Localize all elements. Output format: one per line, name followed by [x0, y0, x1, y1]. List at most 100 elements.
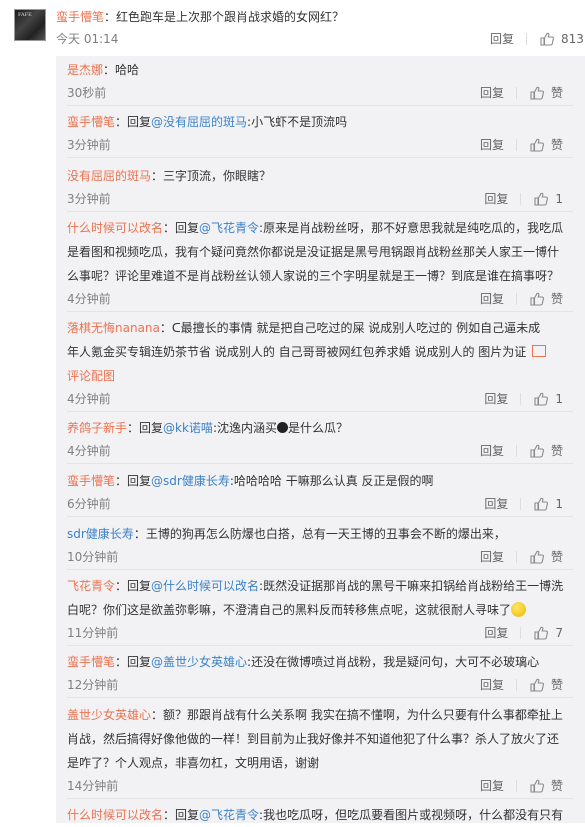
- reply-username[interactable]: 蛮手懵笔: [67, 115, 115, 129]
- divider: [67, 463, 573, 464]
- reply-button[interactable]: 回复: [480, 136, 504, 153]
- reply-body: 白呢？你们这是欲盖弥彰嘛，不澄清自己的黑料反而转移焦点呢，这就很耐人寻味了: [67, 603, 512, 617]
- reply-line: 么事呢？评论里难道不是肖战粉丝认领人家说的三个字明星就是王一博？到底是谁在搞事呀…: [67, 269, 560, 283]
- reply-username[interactable]: 盖世少女英雄心: [67, 708, 151, 722]
- reply-username[interactable]: 没有屈屈的斑马: [67, 169, 151, 183]
- action-divider: [526, 32, 528, 45]
- reply-actions: 回复 赞: [480, 548, 563, 565]
- reply-actions: 回复 赞: [480, 136, 563, 153]
- reply-prefix: ：回复: [115, 474, 152, 488]
- reply-body: 年人氪金买专辑连奶茶节省 说成别人的 自己哥哥被网红包养求婚 说成别人的 图片为…: [67, 345, 527, 359]
- action-divider: [520, 392, 522, 405]
- like-button[interactable]: 赞: [529, 290, 563, 307]
- thumbs-up-icon: [534, 626, 549, 640]
- thumbs-up-icon: [530, 550, 544, 564]
- comment-image-link[interactable]: 评论配图: [67, 369, 115, 383]
- divider: [67, 697, 573, 698]
- reply-line: 年人氪金买专辑连奶茶节省 说成别人的 自己哥哥被网红包养求婚 说成别人的 图片为…: [67, 340, 572, 364]
- top-comment: FAFE 蛮手懵笔：红色跑车是上次那个跟肖战求婚的女网红？ 今天 01:14 回…: [0, 0, 585, 50]
- mention-link[interactable]: @盖世少女英雄心: [151, 655, 247, 669]
- mention-link[interactable]: @sdr健康长寿: [151, 474, 230, 488]
- reply-username[interactable]: 什么时候可以改名: [67, 808, 163, 822]
- reply-time: 14分钟前: [67, 779, 119, 793]
- reply-button[interactable]: 回复: [490, 30, 514, 47]
- reply-body: :还没在微博喷过肖战粉，我是疑问句，大可不必玻璃心: [247, 655, 540, 669]
- like-label: 赞: [550, 86, 563, 100]
- action-divider: [515, 86, 517, 99]
- comment-username[interactable]: 蛮手懵笔: [56, 10, 104, 24]
- thumbs-up-icon: [540, 32, 555, 46]
- reply-text: 什么时候可以改名：回复@飞花青令:原来是肖战粉丝呀，那不好意思我就是纯吃瓜的，我…: [67, 216, 572, 288]
- mention-link[interactable]: @飞花青令: [199, 808, 259, 822]
- like-button[interactable]: 1: [533, 191, 563, 207]
- divider: [67, 798, 573, 799]
- action-divider: [515, 138, 517, 151]
- reply-username[interactable]: sdr健康长寿: [67, 527, 134, 541]
- reply-button[interactable]: 回复: [484, 390, 508, 407]
- like-button[interactable]: 赞: [529, 777, 563, 794]
- reply-username[interactable]: 什么时候可以改名: [67, 221, 163, 235]
- mention-link[interactable]: @飞花青令: [199, 221, 259, 235]
- comment-thread: FAFE 蛮手懵笔：红色跑车是上次那个跟肖战求婚的女网红？ 今天 01:14 回…: [0, 0, 585, 823]
- avatar[interactable]: FAFE: [14, 9, 46, 41]
- reply-line: 飞花青令：回复@什么时候可以改名:既然没证据那肖战的黑号干嘛来扣锅给肖战粉给王一…: [67, 574, 572, 598]
- action-divider: [515, 550, 517, 563]
- reply-body: 是什么瓜？: [287, 421, 348, 435]
- avatar-text: FAFE: [18, 12, 32, 18]
- reply-actions: 回复 7: [484, 624, 563, 641]
- thumbs-up-icon: [534, 192, 549, 206]
- like-button[interactable]: 7: [533, 625, 563, 641]
- reply-username[interactable]: 是杰娜: [67, 63, 103, 77]
- bomb-emoji-icon: [276, 422, 288, 433]
- reply-button[interactable]: 回复: [480, 442, 504, 459]
- action-divider: [515, 292, 517, 305]
- reply-button[interactable]: 回复: [484, 190, 508, 207]
- like-label: 赞: [550, 138, 563, 152]
- reply-button[interactable]: 回复: [480, 290, 504, 307]
- mention-link[interactable]: @没有屈屈的斑马: [151, 115, 247, 129]
- reply-prefix: ：回复: [163, 221, 200, 235]
- reply-username[interactable]: 蛮手懵笔: [67, 655, 115, 669]
- reply-actions: 回复 1: [484, 390, 563, 407]
- like-label: 赞: [550, 550, 563, 564]
- reply-line: 是看图和视频吃瓜，我有个疑问竟然你都说是没证据是黑号甩锅跟肖战粉丝那关人家王一博…: [67, 245, 560, 259]
- replies-panel: 是杰娜：哈哈 30秒前 回复赞 蛮手懵笔：回复@没有屈屈的斑马:小飞虾不是顶流吗…: [56, 56, 585, 823]
- reply-username[interactable]: 落棋无悔nanana: [67, 321, 160, 335]
- reply-body: ：三字顶流，你眼瞎？: [151, 169, 272, 183]
- like-button[interactable]: 赞: [529, 442, 563, 459]
- reply-prefix: ：回复: [115, 655, 152, 669]
- like-button[interactable]: 赞: [529, 136, 563, 153]
- like-button[interactable]: 赞: [529, 676, 563, 693]
- like-button[interactable]: 赞: [529, 84, 563, 101]
- like-button[interactable]: 1: [533, 496, 563, 512]
- reply-button[interactable]: 回复: [484, 624, 508, 641]
- reply-button[interactable]: 回复: [480, 548, 504, 565]
- reply-button[interactable]: 回复: [484, 495, 508, 512]
- reply-time: 3分钟前: [67, 138, 111, 152]
- reply-button[interactable]: 回复: [480, 777, 504, 794]
- reply-button[interactable]: 回复: [480, 676, 504, 693]
- reply-text: 蛮手懵笔：回复@sdr健康长寿:哈哈哈哈 干嘛那么认真 反正是假的啊: [67, 469, 572, 493]
- like-label: 赞: [550, 292, 563, 306]
- top-comment-text: 蛮手懵笔：红色跑车是上次那个跟肖战求婚的女网红？: [56, 8, 344, 26]
- reply-actions: 回复 赞: [480, 290, 563, 307]
- like-count: 813: [561, 31, 584, 46]
- reply-text: sdr健康长寿：王博的狗再怎么防爆也白搭，总有一天王博的丑事会不断的爆出来，: [67, 522, 572, 546]
- thumbs-up-icon: [530, 86, 544, 100]
- reply-body: :沈逸内涵买: [212, 421, 277, 435]
- like-button[interactable]: 1: [533, 391, 563, 407]
- like-button[interactable]: 赞: [529, 548, 563, 565]
- mention-link[interactable]: @kk诺喵: [163, 421, 213, 435]
- reply-body: :原来是肖战粉丝呀，那不好意思我就是纯吃瓜的，我吃瓜: [259, 221, 564, 235]
- reply-line: 什么时候可以改名：回复@飞花青令:原来是肖战粉丝呀，那不好意思我就是纯吃瓜的，我…: [67, 216, 572, 240]
- divider: [67, 569, 573, 570]
- reply-username[interactable]: 养鸽子新手: [67, 421, 127, 435]
- like-button[interactable]: 813: [539, 31, 584, 47]
- mention-link[interactable]: @什么时候可以改名: [151, 579, 259, 593]
- reply-username[interactable]: 飞花青令: [67, 579, 115, 593]
- reply-line: 落棋无悔nanana：ᑕ最擅长的事情 就是把自己吃过的屎 说成别人吃过的 例如自…: [67, 316, 572, 340]
- thumbs-up-icon: [530, 678, 544, 692]
- reply-username[interactable]: 蛮手懵笔: [67, 474, 115, 488]
- reply-button[interactable]: 回复: [480, 84, 504, 101]
- reply-body: ：ᑕ最擅长的事情 就是把自己吃过的屎 说成别人吃过的 例如自己逼未成: [159, 321, 541, 335]
